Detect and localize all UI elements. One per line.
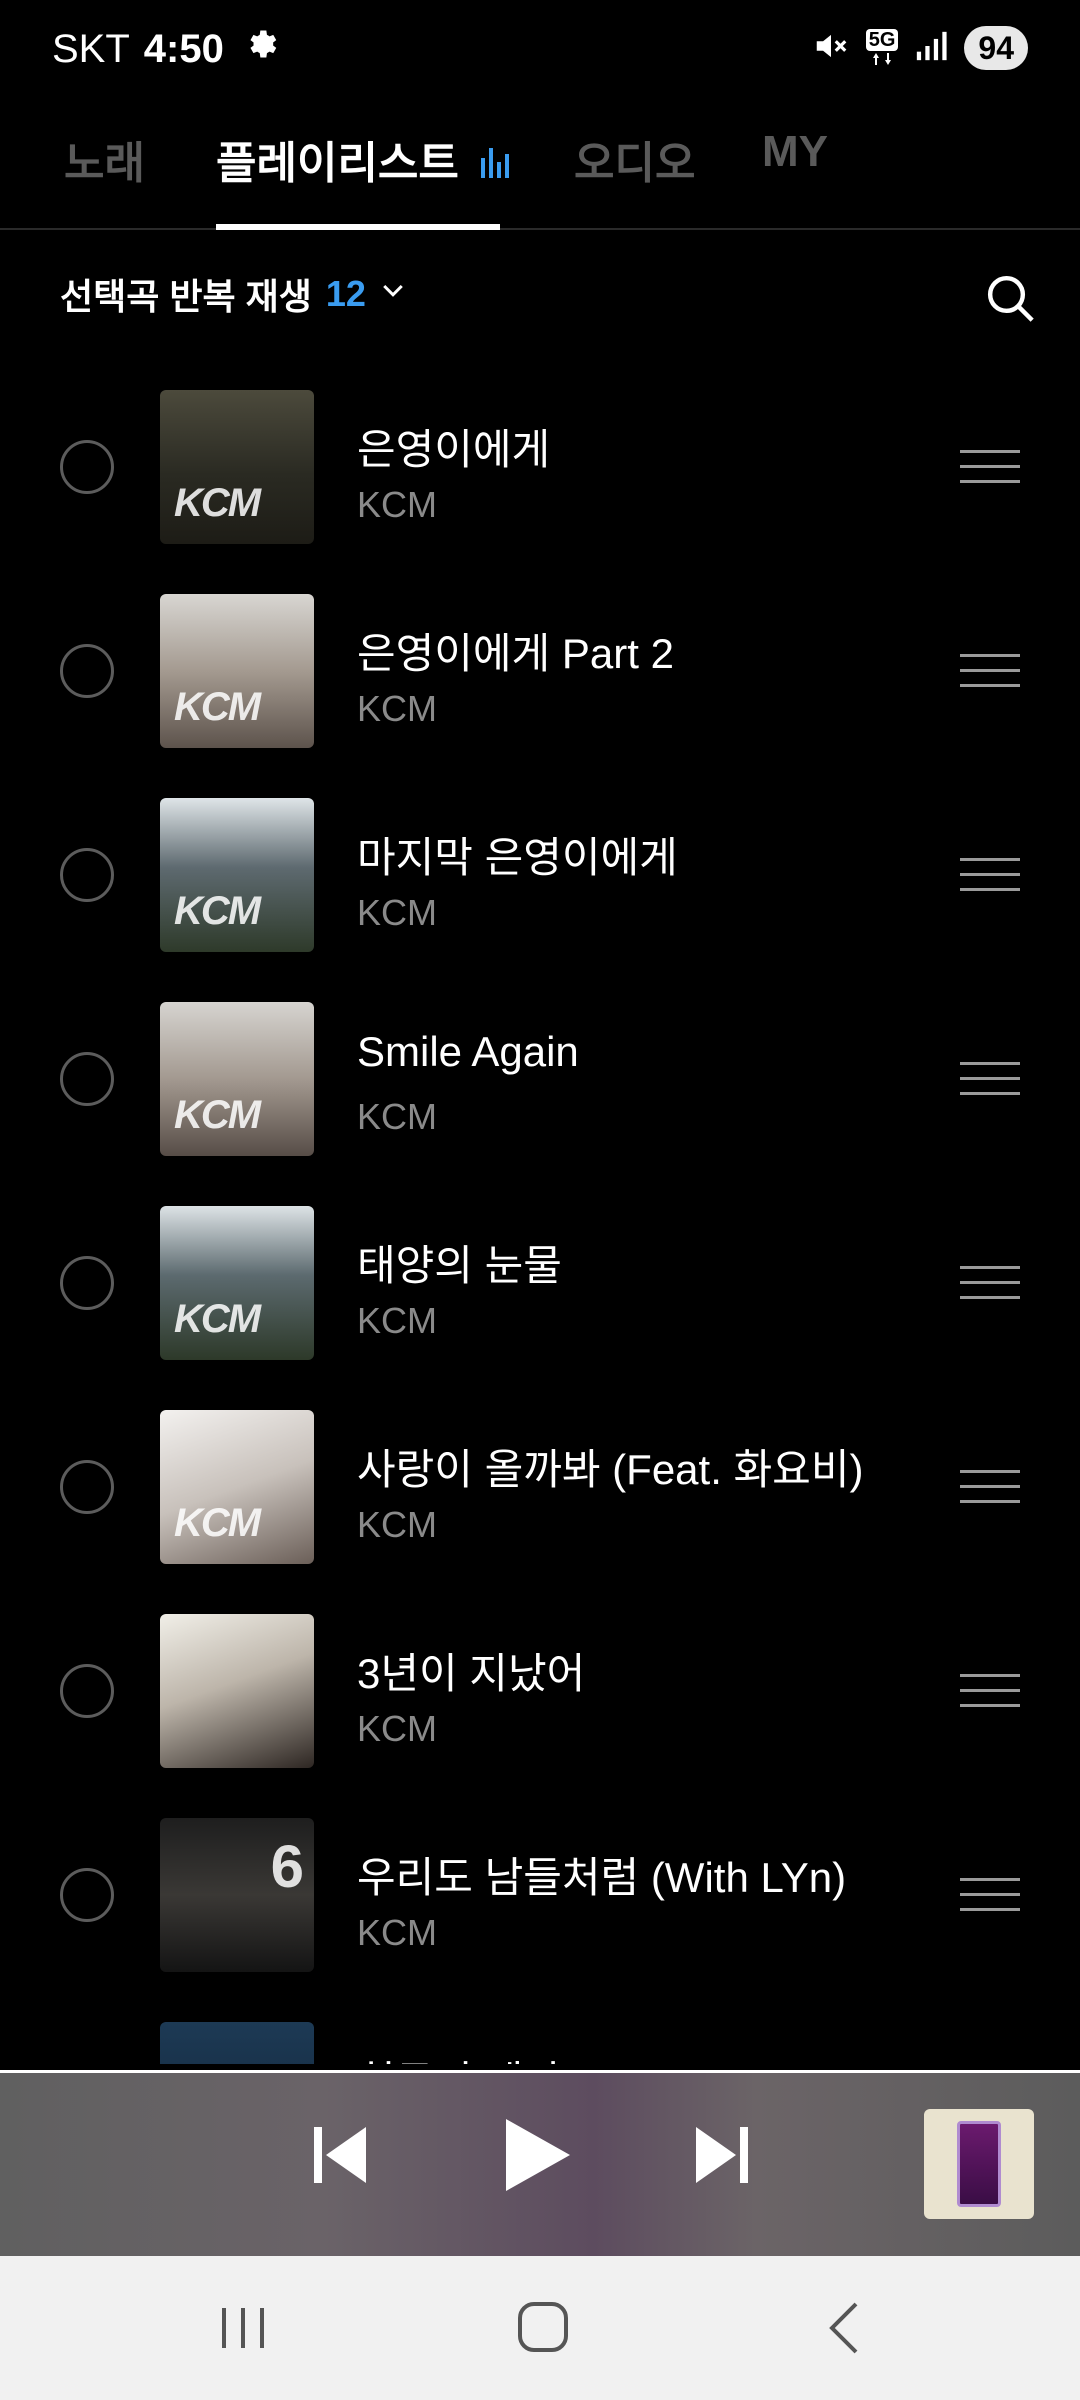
now-playing-album-art[interactable] [924,2109,1034,2219]
song-title: 태양의 눈물 [357,1242,562,1289]
status-left: SKT 4:50 [52,26,280,72]
repeat-mode-dropdown[interactable]: 선택곡 반복 재생 12 [60,268,408,320]
song-artist: KCM [357,1096,437,1137]
list-item[interactable]: 6 우리도 남들처럼 (With LYn) KCM [0,1816,1080,2020]
album-art [160,1614,314,1768]
status-right: 5G 94 [812,26,1028,70]
selected-count: 12 [325,273,366,314]
list-item[interactable]: KCM Smile Again KCM [0,1000,1080,1204]
song-title: 우리도 남들처럼 (With LYn) [357,1854,847,1901]
list-item[interactable]: KCM 사랑이 올까봐 (Feat. 화요비) KCM [0,1408,1080,1612]
album-art: KCM [160,798,314,952]
select-radio[interactable] [60,1868,114,1922]
song-list[interactable]: KCM 은영이에게 KCM KCM 은영이에게 Part 2 KCM KCM 마… [0,388,1080,2064]
tab-playlist-label: 플레이리스트 [216,139,459,188]
select-radio[interactable] [60,644,114,698]
song-title: 사랑이 올까봐 (Feat. 화요비) [357,1446,864,1493]
skip-next-icon [692,2127,752,2193]
album-art: KCM [160,1206,314,1360]
skip-previous-icon [310,2127,370,2193]
song-artist: KCM [357,688,437,729]
song-artist: KCM [357,1300,437,1341]
network-5g-icon: 5G [865,29,899,67]
play-icon [496,2119,576,2199]
drag-handle-icon[interactable] [960,1470,1020,1506]
song-title: 친구의 계단 [357,2048,562,2064]
signal-icon [914,29,948,68]
home-icon [508,2302,578,2364]
tab-songs[interactable]: 노래 [64,127,145,191]
select-radio[interactable] [60,1460,114,1514]
system-navigation-bar [0,2256,1080,2400]
album-art: KCM [160,1410,314,1564]
album-art: KCM [160,1002,314,1156]
mini-player[interactable] [0,2070,1080,2259]
select-radio[interactable] [60,1256,114,1310]
carrier-label: SKT [52,26,130,71]
search-button[interactable] [982,270,1038,326]
drag-handle-icon[interactable] [960,858,1020,894]
song-title: Smile Again [357,1028,579,1075]
song-artist: KCM [357,892,437,933]
list-item[interactable]: 친구의 계단 [0,2020,1080,2064]
back-button[interactable] [812,2296,882,2360]
song-artist: KCM [357,484,437,525]
gear-icon [244,26,280,72]
clock: 4:50 [143,26,224,71]
recents-icon [208,2308,278,2364]
previous-button[interactable] [310,2121,370,2189]
back-icon [812,2302,882,2364]
drag-handle-icon[interactable] [960,1266,1020,1302]
select-radio[interactable] [60,440,114,494]
status-bar: SKT 4:50 5G 94 [0,0,1080,100]
drag-handle-icon[interactable] [960,1674,1020,1710]
next-button[interactable] [692,2121,752,2189]
drag-handle-icon[interactable] [960,654,1020,690]
album-art: 6 [160,1818,314,1972]
select-radio[interactable] [60,1664,114,1718]
network-label: 5G [865,29,899,51]
song-title: 3년이 지났어 [357,1650,586,1697]
play-button[interactable] [496,2115,576,2195]
song-title: 은영이에게 Part 2 [357,630,674,677]
recent-apps-button[interactable] [208,2296,278,2360]
select-radio[interactable] [60,1052,114,1106]
select-radio[interactable] [60,848,114,902]
equalizer-icon [479,141,513,190]
album-art [160,2022,314,2064]
chevron-down-icon [378,273,408,315]
active-tab-indicator [216,224,500,230]
mute-icon [812,27,850,70]
list-item[interactable]: KCM 은영이에게 KCM [0,388,1080,592]
tab-my[interactable]: MY [762,127,828,177]
song-artist: KCM [357,1912,437,1953]
list-item[interactable]: KCM 태양의 눈물 KCM [0,1204,1080,1408]
tab-audio[interactable]: 오디오 [574,127,695,191]
song-artist: KCM [357,1504,437,1545]
list-item[interactable]: KCM 은영이에게 Part 2 KCM [0,592,1080,796]
playlist-options-row: 선택곡 반복 재생 12 [0,260,1080,330]
album-art: KCM [160,594,314,748]
song-title: 은영이에게 [357,426,551,473]
drag-handle-icon[interactable] [960,1062,1020,1098]
song-artist: KCM [357,1708,437,1749]
tab-playlist[interactable]: 플레이리스트 [216,127,513,191]
music-app-screen: SKT 4:50 5G 94 노래 플레이리스트 오디오 MY 선택곡 반복 재… [0,0,1080,2400]
drag-handle-icon[interactable] [960,450,1020,486]
album-art: KCM [160,390,314,544]
home-button[interactable] [508,2296,578,2360]
list-item[interactable]: 3년이 지났어 KCM [0,1612,1080,1816]
drag-handle-icon[interactable] [960,1878,1020,1914]
repeat-mode-label: 선택곡 반복 재생 [60,276,312,317]
list-item[interactable]: KCM 마지막 은영이에게 KCM [0,796,1080,1000]
tab-bar: 노래 플레이리스트 오디오 MY [0,115,1080,230]
album-art-card [957,2121,1001,2207]
battery-indicator: 94 [964,26,1028,70]
search-icon [982,275,1038,330]
song-title: 마지막 은영이에게 [357,834,678,881]
